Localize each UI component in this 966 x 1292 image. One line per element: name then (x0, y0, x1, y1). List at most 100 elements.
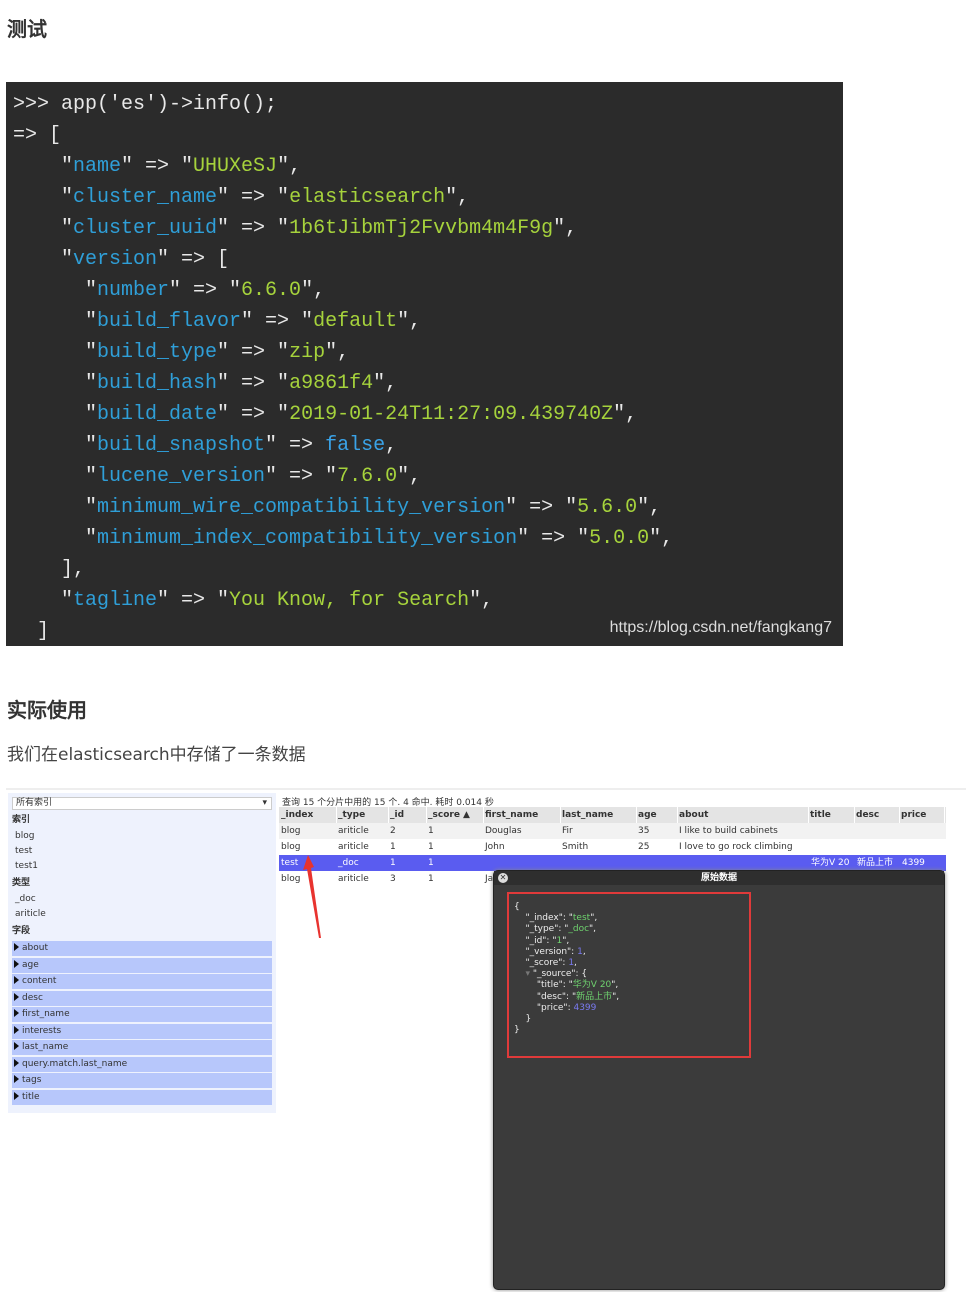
json-score: 1 (568, 958, 575, 969)
field-item[interactable]: about (12, 941, 272, 956)
table-row[interactable]: test _doc 1 1 华为V 20 新品上市 4399 (279, 855, 946, 871)
code-token: >>> app('es')->info(); (13, 93, 278, 116)
paragraph: 我们在elasticsearch中存储了一条数据 (7, 745, 306, 765)
code-token: build_date (97, 403, 218, 426)
code-token: " => " (517, 527, 590, 550)
code-token: " => " (505, 496, 578, 519)
json-desc: 新品上市 (576, 991, 613, 1002)
label: about (22, 943, 48, 953)
field-item[interactable]: age (12, 957, 272, 973)
code-token: " => " (217, 372, 290, 395)
code-token: 1b6tJibmTj2Fvvbm4m4F9g (289, 217, 554, 240)
raw-data-dialog: 原始数据 ✕ { "_index": "test", "_type": "_do… (493, 870, 945, 1290)
cell: first_name (485, 807, 561, 823)
caret-right-icon (14, 943, 19, 951)
code-token: " => " (217, 186, 290, 209)
cell: 25 (638, 842, 650, 852)
type-item[interactable]: _doc (12, 892, 272, 907)
table-row[interactable]: blog ariticle 2 1 Douglas Fir 35 I like to buil… (279, 823, 946, 839)
code-line: "build_hash" => "a9861f4", (13, 368, 843, 399)
red-arrow-annotation (303, 855, 321, 938)
code-token: " (13, 186, 74, 209)
code-block: >>> app('es')->info(); => [ "name" => "UH… (6, 82, 843, 646)
code-line: "build_type" => "zip", (13, 337, 843, 368)
label: blog (15, 831, 35, 841)
code-token: " => " (169, 279, 242, 302)
code-token: " => " (157, 589, 230, 612)
type-item[interactable]: ariticle (12, 907, 272, 922)
cell: 2 (390, 826, 396, 836)
table-row[interactable]: blog ariticle 1 1 John Smith 25 I love to go ro… (279, 839, 946, 855)
code-token: " (13, 434, 98, 457)
caret-right-icon (14, 1042, 19, 1050)
index-item[interactable]: blog (12, 829, 272, 844)
cell: 新品上市 (857, 858, 894, 868)
code-line: "tagline" => "You Know, for Search", (13, 585, 843, 616)
label: interests (22, 1025, 62, 1036)
field-item[interactable]: last_name (12, 1040, 272, 1055)
label: 索引 (12, 815, 31, 825)
cell: Smith (562, 842, 589, 852)
field-item[interactable]: interests (12, 1023, 272, 1039)
field-item[interactable]: tags (12, 1073, 272, 1088)
cell: 1 (390, 842, 396, 852)
cell: 1 (428, 858, 434, 868)
field-item[interactable]: query.match.last_name (12, 1056, 272, 1072)
watermark: https://blog.csdn.net/fangkang7 (609, 619, 832, 636)
table-header[interactable]: _index _type _id _score ▲ first_name last_nam… (279, 807, 946, 823)
code-token: name (73, 155, 122, 178)
cell: 1 (428, 826, 434, 836)
close-icon[interactable]: ✕ (498, 873, 508, 883)
cell: last_name (562, 807, 637, 823)
caret-right-icon (14, 1009, 19, 1017)
code-line: "minimum_index_compatibility_version" =>… (13, 523, 843, 554)
code-token: " => " (265, 465, 338, 488)
field-item[interactable]: desc (12, 990, 272, 1006)
chevron-down-icon: ▾ (262, 798, 267, 808)
json-version: 1 (577, 946, 583, 957)
code-token: " (13, 310, 98, 333)
code-line: "build_date" => "2019-01-24T11:27:09.439… (13, 399, 843, 430)
label: title (22, 1091, 40, 1102)
index-item[interactable]: test (12, 844, 272, 859)
label: last_name (22, 1042, 69, 1052)
cell: ariticle (338, 842, 369, 852)
code-token: 2019-01-24T11:27:09.439740Z (289, 403, 614, 426)
index-select[interactable]: 所有索引 ▾ (12, 797, 272, 810)
code-token: 7.6.0 (337, 465, 398, 488)
indices-heading: 索引 (12, 813, 272, 828)
json-price: 4399 (573, 1002, 597, 1013)
field-item[interactable]: title (12, 1089, 272, 1105)
cell: 3 (390, 874, 396, 884)
code-token: lucene_version (97, 465, 266, 488)
code-token: " (13, 248, 74, 271)
code-token: ", (277, 155, 302, 178)
index-item[interactable]: test1 (12, 859, 272, 874)
code-token: ", (397, 465, 422, 488)
label: test1 (15, 861, 39, 871)
label: first_name (22, 1009, 70, 1019)
dialog-title: 原始数据 (494, 871, 944, 885)
code-line: "build_flavor" => "default", (13, 306, 843, 337)
code-token: ", (373, 372, 398, 395)
code-line: "build_snapshot" => false, (13, 430, 843, 461)
code-line: >>> app('es')->info(); (13, 89, 843, 120)
label: test (15, 846, 33, 856)
code-line: "cluster_name" => "elasticsearch", (13, 182, 843, 213)
field-item[interactable]: content (12, 974, 272, 989)
field-item[interactable]: first_name (12, 1007, 272, 1022)
cell: ariticle (338, 874, 369, 884)
fields-heading: 字段 (12, 924, 272, 939)
label: 类型 (12, 878, 31, 888)
code-token: ", (325, 341, 350, 364)
cell: _score ▲ (428, 807, 484, 823)
caret-right-icon (14, 976, 19, 984)
caret-right-icon (14, 1075, 19, 1083)
cell: price (901, 807, 945, 823)
cell: Fir (562, 826, 573, 836)
code-line: "minimum_wire_compatibility_version" => … (13, 492, 843, 523)
sidebar: 所有索引 ▾ 索引 blog test test1 类型 _doc ariticle 字段 abo… (8, 793, 276, 1113)
json-id: 1 (556, 935, 563, 946)
code-token: tagline (73, 589, 158, 612)
code-token: " => " (241, 310, 314, 333)
